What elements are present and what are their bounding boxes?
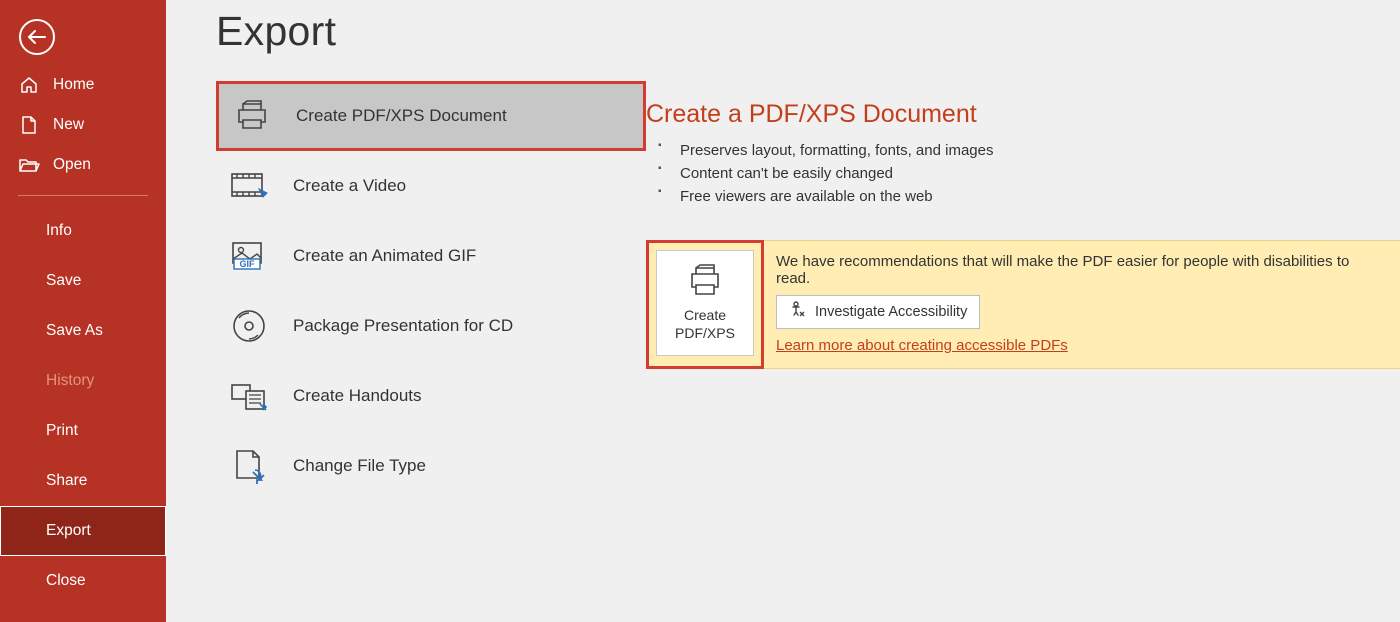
back-arrow-icon xyxy=(19,19,55,55)
nav-open[interactable]: Open xyxy=(0,145,166,185)
page-title: Export xyxy=(216,8,646,55)
detail-bullets: Preserves layout, formatting, fonts, and… xyxy=(658,139,1400,208)
learn-more-link[interactable]: Learn more about creating accessible PDF… xyxy=(776,337,1068,354)
nav-label: Export xyxy=(46,522,91,540)
export-option-video[interactable]: Create a Video xyxy=(216,151,646,221)
nav-list: Home New Open Info Save Save As History xyxy=(0,65,166,606)
nav-label: Open xyxy=(53,156,91,174)
nav-label: Info xyxy=(46,222,72,240)
export-options-column: Export Create PDF/XPS Document Create a … xyxy=(166,0,646,622)
create-pdf-highlight: Create PDF/XPS xyxy=(646,240,764,369)
accessibility-icon xyxy=(789,301,807,323)
change-file-type-icon xyxy=(228,448,270,484)
nav-share[interactable]: Share xyxy=(0,456,166,506)
printer-icon xyxy=(231,100,273,132)
nav-label: Home xyxy=(53,76,94,94)
nav-home[interactable]: Home xyxy=(0,65,166,105)
nav-export[interactable]: Export xyxy=(0,506,166,556)
nav-close[interactable]: Close xyxy=(0,556,166,606)
export-option-label: Create PDF/XPS Document xyxy=(296,106,507,126)
nav-divider xyxy=(18,195,148,196)
back-button[interactable] xyxy=(10,10,63,63)
export-option-label: Create a Video xyxy=(293,176,406,196)
nav-label: Save xyxy=(46,272,81,290)
detail-title: Create a PDF/XPS Document xyxy=(646,100,1400,129)
detail-bullet: Free viewers are available on the web xyxy=(658,185,1400,208)
nav-new[interactable]: New xyxy=(0,105,166,145)
nav-history[interactable]: History xyxy=(0,356,166,406)
export-option-gif[interactable]: GIF Create an Animated GIF xyxy=(216,221,646,291)
nav-print[interactable]: Print xyxy=(0,406,166,456)
export-option-label: Create Handouts xyxy=(293,386,422,406)
export-option-label: Change File Type xyxy=(293,456,426,476)
cd-icon xyxy=(228,308,270,344)
export-option-handouts[interactable]: Create Handouts xyxy=(216,361,646,431)
backstage-sidebar: Home New Open Info Save Save As History xyxy=(0,0,166,622)
gif-icon: GIF xyxy=(228,241,270,271)
nav-save-as[interactable]: Save As xyxy=(0,306,166,356)
nav-label: Share xyxy=(46,472,87,490)
export-option-label: Create an Animated GIF xyxy=(293,246,476,266)
export-option-label: Package Presentation for CD xyxy=(293,316,513,336)
export-option-change-file-type[interactable]: Change File Type xyxy=(216,431,646,501)
export-option-pdf-xps[interactable]: Create PDF/XPS Document xyxy=(216,81,646,151)
svg-text:GIF: GIF xyxy=(240,259,256,269)
new-file-icon xyxy=(18,115,40,135)
video-icon xyxy=(228,171,270,201)
nav-label: Save As xyxy=(46,322,103,340)
create-pdf-xps-button[interactable]: Create PDF/XPS xyxy=(656,250,754,356)
nav-save[interactable]: Save xyxy=(0,256,166,306)
detail-bullet: Preserves layout, formatting, fonts, and… xyxy=(658,139,1400,162)
investigate-accessibility-button[interactable]: Investigate Accessibility xyxy=(776,295,980,329)
banner-text: We have recommendations that will make t… xyxy=(776,253,1382,287)
handouts-icon xyxy=(228,380,270,412)
nav-label: Close xyxy=(46,572,86,590)
nav-label: New xyxy=(53,116,84,134)
action-row: Create PDF/XPS We have recommendations t… xyxy=(646,240,1400,369)
nav-label: History xyxy=(46,372,94,390)
detail-panel: Create a PDF/XPS Document Preserves layo… xyxy=(646,0,1400,622)
home-icon xyxy=(18,75,40,95)
nav-info[interactable]: Info xyxy=(0,206,166,256)
investigate-label: Investigate Accessibility xyxy=(815,304,967,320)
printer-icon xyxy=(685,264,725,303)
detail-bullet: Content can't be easily changed xyxy=(658,162,1400,185)
nav-label: Print xyxy=(46,422,78,440)
main-content: Export Create PDF/XPS Document Create a … xyxy=(166,0,1400,622)
open-folder-icon xyxy=(18,156,40,174)
export-option-package-cd[interactable]: Package Presentation for CD xyxy=(216,291,646,361)
create-btn-label: Create PDF/XPS xyxy=(675,307,735,342)
accessibility-banner: We have recommendations that will make t… xyxy=(764,240,1400,369)
